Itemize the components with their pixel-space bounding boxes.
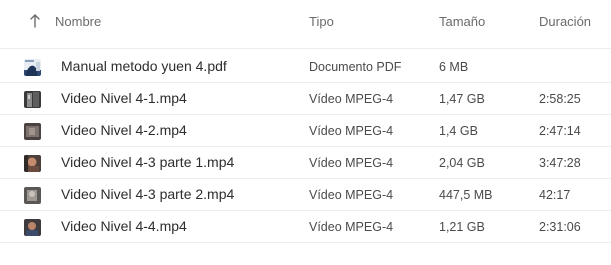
file-row[interactable]: Video Nivel 4-3 parte 2.mp4 Vídeo MPEG-4… — [0, 178, 611, 211]
file-row[interactable]: Video Nivel 4-1.mp4 Vídeo MPEG-4 1,47 GB… — [0, 82, 611, 115]
file-name[interactable]: Manual metodo yuen 4.pdf — [61, 58, 227, 75]
file-duration: 2:31:06 — [539, 220, 581, 234]
file-duration: 2:58:25 — [539, 92, 581, 106]
file-type: Documento PDF — [309, 60, 402, 74]
arrow-up-icon[interactable] — [28, 12, 42, 30]
column-header-size[interactable]: Tamaño — [439, 14, 485, 30]
file-size: 1,47 GB — [439, 92, 485, 106]
file-duration: 42:17 — [539, 188, 571, 202]
file-name[interactable]: Video Nivel 4-3 parte 2.mp4 — [61, 186, 234, 203]
pdf-thumbnail-icon — [24, 59, 41, 76]
file-name[interactable]: Video Nivel 4-4.mp4 — [61, 218, 187, 235]
file-name[interactable]: Video Nivel 4-1.mp4 — [61, 90, 187, 107]
file-row[interactable]: Video Nivel 4-3 parte 1.mp4 Vídeo MPEG-4… — [0, 146, 611, 179]
file-size: 6 MB — [439, 60, 469, 74]
video-thumbnail-icon — [24, 155, 41, 172]
file-row[interactable]: Manual metodo yuen 4.pdf Documento PDF 6… — [0, 50, 611, 83]
file-name[interactable]: Video Nivel 4-2.mp4 — [61, 122, 187, 139]
file-size: 1,21 GB — [439, 220, 485, 234]
file-type: Vídeo MPEG-4 — [309, 124, 394, 138]
column-header-name[interactable]: Nombre — [55, 14, 101, 30]
file-name[interactable]: Video Nivel 4-3 parte 1.mp4 — [61, 154, 234, 171]
file-list: Nombre Tipo Tamaño Duración Manual metod… — [0, 0, 611, 243]
file-row[interactable]: Video Nivel 4-4.mp4 Vídeo MPEG-4 1,21 GB… — [0, 210, 611, 243]
video-thumbnail-icon — [24, 91, 41, 108]
file-row[interactable]: Video Nivel 4-2.mp4 Vídeo MPEG-4 1,4 GB … — [0, 114, 611, 147]
video-thumbnail-icon — [24, 187, 41, 204]
column-header-row: Nombre Tipo Tamaño Duración — [0, 0, 611, 49]
file-duration: 3:47:28 — [539, 156, 581, 170]
file-type: Vídeo MPEG-4 — [309, 220, 394, 234]
video-thumbnail-icon — [24, 123, 41, 140]
column-header-duration[interactable]: Duración — [539, 14, 591, 30]
video-thumbnail-icon — [24, 219, 41, 236]
file-type: Vídeo MPEG-4 — [309, 156, 394, 170]
file-size: 447,5 MB — [439, 188, 493, 202]
column-header-type[interactable]: Tipo — [309, 14, 334, 30]
file-type: Vídeo MPEG-4 — [309, 92, 394, 106]
file-size: 1,4 GB — [439, 124, 478, 138]
file-type: Vídeo MPEG-4 — [309, 188, 394, 202]
file-size: 2,04 GB — [439, 156, 485, 170]
file-duration: 2:47:14 — [539, 124, 581, 138]
